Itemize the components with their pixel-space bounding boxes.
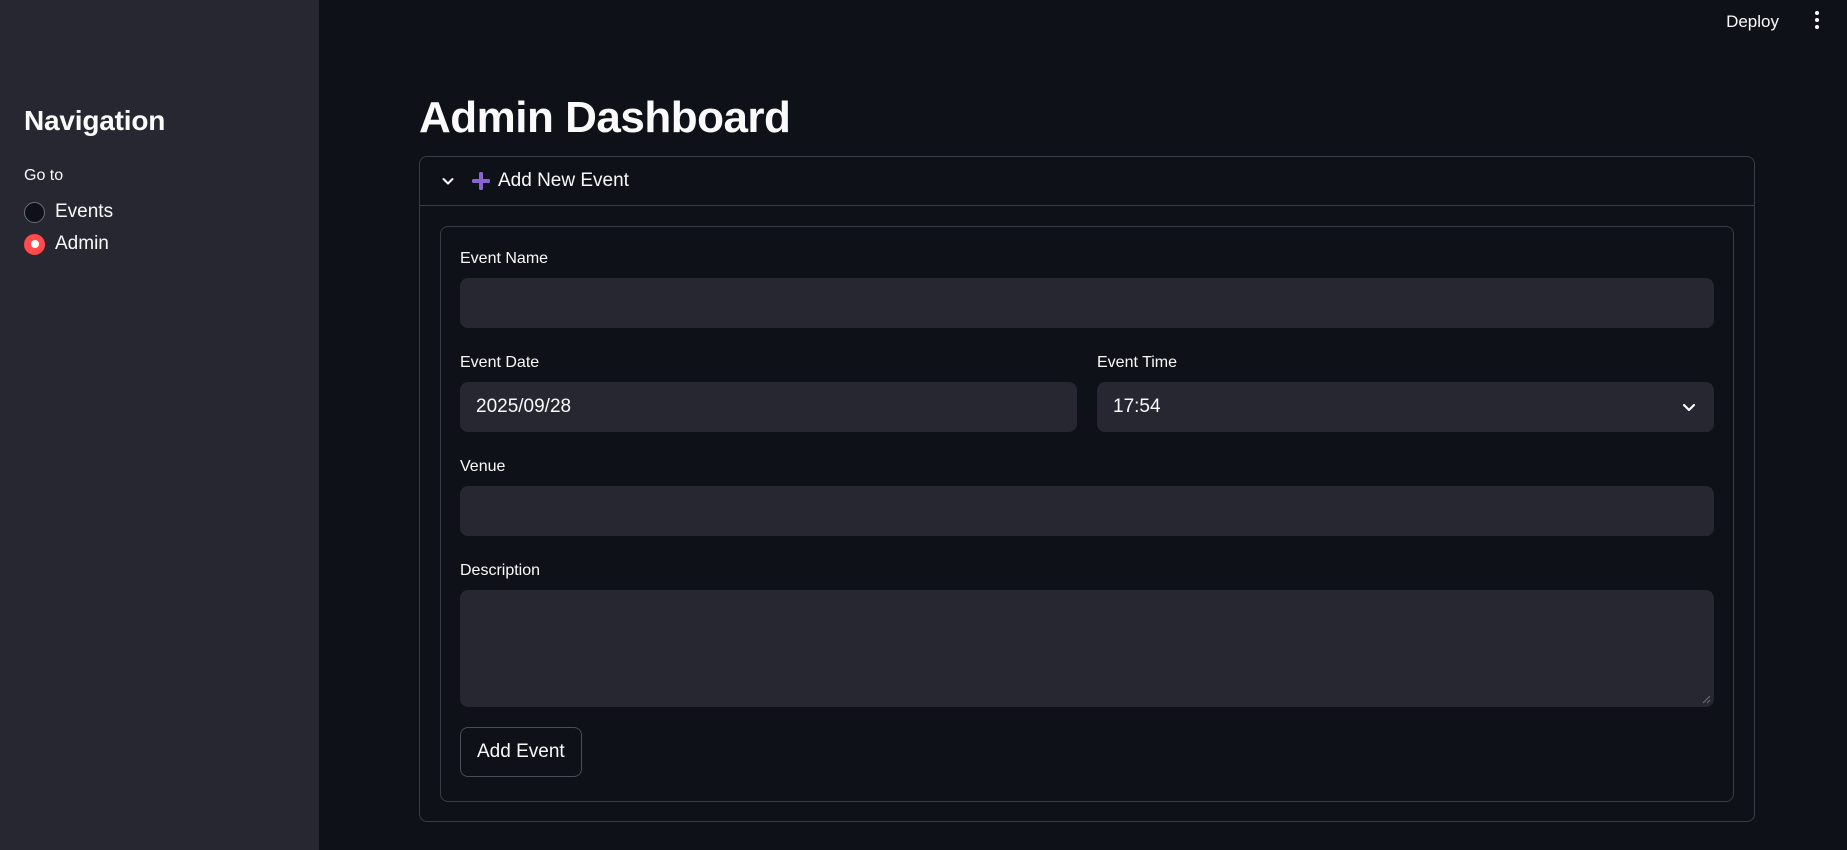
chevron-down-icon bbox=[442, 178, 454, 185]
radio-option-events[interactable]: Events bbox=[24, 196, 295, 228]
radio-option-label: Events bbox=[55, 201, 114, 222]
navigation-radio-group: Events Admin bbox=[24, 196, 295, 260]
add-event-form: Event Name Event Date 2025/09/28 Event T… bbox=[440, 226, 1734, 802]
expander-header[interactable]: Add New Event bbox=[420, 157, 1754, 206]
radio-option-admin[interactable]: Admin bbox=[24, 228, 295, 260]
radio-unchecked-icon[interactable] bbox=[24, 201, 45, 223]
resize-handle-icon[interactable] bbox=[1701, 694, 1711, 704]
sidebar-title: Navigation bbox=[24, 105, 166, 136]
event-time-label: Event Time bbox=[1097, 354, 1178, 371]
more-vertical-icon[interactable] bbox=[1805, 8, 1829, 32]
event-date-input[interactable]: 2025/09/28 bbox=[460, 382, 1077, 432]
event-time-value: 17:54 bbox=[1113, 396, 1161, 417]
venue-label: Venue bbox=[460, 458, 506, 475]
radio-checked-icon[interactable] bbox=[24, 233, 45, 255]
venue-group: Venue bbox=[460, 457, 1714, 536]
event-date-group: Event Date 2025/09/28 bbox=[460, 353, 1077, 432]
plus-icon bbox=[472, 172, 490, 190]
chevron-down-icon bbox=[1682, 403, 1696, 412]
venue-input[interactable] bbox=[460, 486, 1714, 536]
page-title: Admin Dashboard bbox=[419, 93, 791, 142]
event-time-group: Event Time 17:54 bbox=[1097, 353, 1714, 432]
event-date-label: Event Date bbox=[460, 354, 540, 371]
app-root: Navigation Go to Events Admin Deploy Adm… bbox=[0, 0, 1847, 850]
event-time-select[interactable]: 17:54 bbox=[1097, 382, 1714, 432]
radio-option-label: Admin bbox=[55, 233, 109, 254]
event-name-input[interactable] bbox=[460, 278, 1714, 328]
sidebar: Navigation Go to Events Admin bbox=[0, 0, 319, 850]
event-name-label: Event Name bbox=[460, 250, 549, 267]
description-label: Description bbox=[460, 562, 541, 579]
event-name-group: Event Name bbox=[460, 249, 1714, 328]
date-time-row: Event Date 2025/09/28 Event Time 17:54 bbox=[460, 353, 1714, 432]
radio-group-label: Go to bbox=[24, 167, 64, 184]
description-group: Description bbox=[460, 561, 1714, 707]
add-event-expander: Add New Event Event Name Event Date 2025… bbox=[419, 156, 1755, 822]
main-content: Admin Dashboard Add New Event Event Name bbox=[419, 0, 1755, 822]
description-textarea[interactable] bbox=[460, 590, 1714, 707]
add-event-button[interactable]: Add Event bbox=[460, 727, 582, 777]
expander-title: Add New Event bbox=[498, 170, 629, 191]
